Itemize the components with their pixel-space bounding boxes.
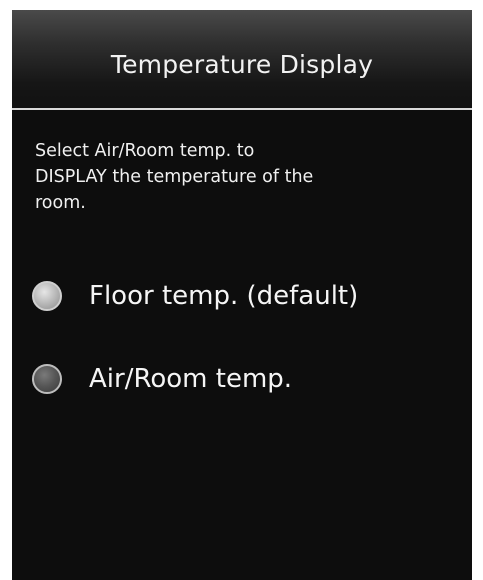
device-frame: Temperature Display Select Air/Room temp… [0,0,483,580]
header-bar: Temperature Display [12,10,472,108]
description-line: Select Air/Room temp. to [35,141,255,161]
header-divider [12,108,472,110]
floor-temp-option[interactable]: Floor temp. (default) [32,281,358,311]
radio-unselected-icon[interactable] [32,364,62,394]
air-room-temp-option[interactable]: Air/Room temp. [32,364,292,394]
page-title: Temperature Display [110,49,374,79]
thermostat-screen: Temperature Display Select Air/Room temp… [12,10,472,580]
description-line: DISPLAY the temperature of the [35,167,314,187]
air-room-temp-label: Air/Room temp. [89,364,293,394]
radio-selected-icon[interactable] [32,281,62,311]
description-line: room. [35,193,86,213]
description-text: Select Air/Room temp. to DISPLAY the tem… [35,138,455,216]
floor-temp-label: Floor temp. (default) [89,281,359,311]
